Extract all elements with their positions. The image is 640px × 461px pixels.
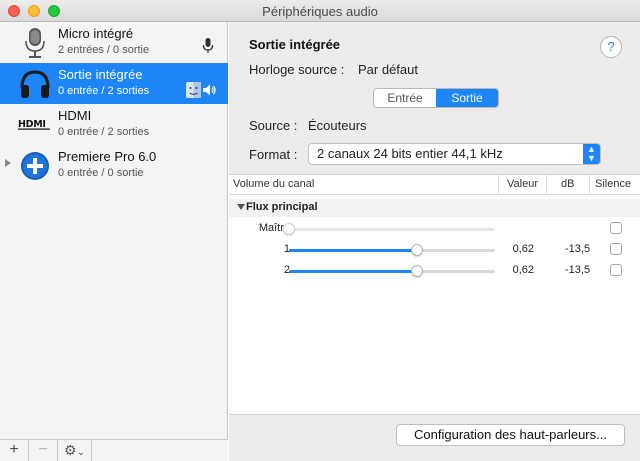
select-arrows-icon: ▲ ▼ [583, 144, 600, 164]
hdmi-icon: HDMI [18, 119, 50, 130]
device-name: Sortie intégrée [58, 67, 143, 82]
device-name: Micro intégré [58, 26, 134, 41]
device-io-count: 0 entrée / 2 sorties [58, 126, 150, 138]
channel-db: -13,5 [565, 264, 591, 276]
headphones-icon [20, 70, 50, 98]
format-select[interactable]: 2 canaux 24 bits entier 44,1 kHz ▲ ▼ [308, 143, 601, 165]
disclosure-triangle-icon[interactable] [237, 204, 245, 210]
column-header-channel[interactable]: Volume du canal [233, 178, 314, 190]
source-value: Écouteurs [308, 118, 367, 133]
finder-icon [186, 82, 201, 98]
format-value: 2 canaux 24 bits entier 44,1 kHz [317, 146, 503, 161]
clock-source-value: Par défaut [358, 62, 418, 77]
tab-sortie[interactable]: Sortie [436, 89, 498, 107]
sidebar-footer: + − ⚙⌄ [0, 439, 228, 461]
volume-slider-knob[interactable] [283, 223, 295, 235]
channel-db: -13,5 [565, 243, 591, 255]
format-label: Format : [249, 147, 298, 162]
add-device-button[interactable]: + [0, 440, 29, 461]
channel-value: 0,62 [512, 243, 534, 255]
tab-entree[interactable]: Entrée [374, 89, 436, 107]
volume-slider-knob[interactable] [410, 244, 423, 256]
volume-slider-fill [289, 249, 417, 252]
column-header-value[interactable]: Valeur [507, 178, 538, 190]
stream-group-row[interactable]: Flux principal [229, 199, 640, 217]
gear-icon: ⚙ [64, 442, 77, 458]
device-name: HDMI [58, 108, 92, 123]
device-row-micro[interactable]: Micro intégré 2 entrées / 0 sortie [0, 22, 228, 63]
mute-checkbox[interactable] [610, 243, 622, 255]
device-settings-button[interactable]: ⚙⌄ [58, 440, 92, 461]
disclosure-triangle-icon[interactable] [5, 159, 11, 167]
source-label: Source : [249, 118, 298, 133]
device-row-premiere-pro[interactable]: Premiere Pro 6.0 0 entrée / 0 sortie [0, 145, 228, 186]
svg-text:HDMI: HDMI [18, 119, 46, 130]
speaker-configuration-button[interactable]: Configuration des haut-parleurs... [396, 424, 625, 446]
channel-value: 0,62 [512, 264, 534, 276]
channel-row: 2 0,62 -13,5 [229, 261, 640, 281]
device-sidebar: Micro intégré 2 entrées / 0 sortie Sorti… [0, 22, 228, 461]
volume-slider-fill [289, 270, 417, 273]
channel-row-master: Maître [229, 219, 640, 239]
device-detail-pane: Sortie intégrée Horloge source : Par déf… [229, 22, 640, 461]
volume-slider[interactable] [289, 244, 495, 256]
volume-slider[interactable] [289, 265, 495, 277]
table-header: Volume du canal Valeur dB Silence [229, 175, 640, 195]
clock-source-label: Horloge source : [249, 62, 345, 77]
help-button[interactable]: ? [600, 36, 622, 58]
device-io-count: 0 entrée / 2 sorties [58, 85, 150, 97]
microphone-icon [25, 28, 45, 58]
plus-circle-icon [21, 152, 49, 180]
chevron-down-icon: ⌄ [76, 447, 85, 458]
window-title: Périphériques audio [262, 4, 378, 19]
device-name: Premiere Pro 6.0 [58, 149, 157, 164]
channel-row: 1 0,62 -13,5 [229, 240, 640, 260]
mute-checkbox[interactable] [610, 222, 622, 234]
volume-slider[interactable] [283, 223, 495, 235]
channel-volume-table: Volume du canal Valeur dB Silence Flux p… [229, 174, 640, 415]
column-header-db[interactable]: dB [561, 178, 574, 190]
mute-checkbox[interactable] [610, 264, 622, 276]
input-output-tabs: Entrée Sortie [373, 88, 499, 108]
device-row-hdmi[interactable]: HDMI HDMI 0 entrée / 2 sorties [0, 104, 228, 145]
device-io-count: 2 entrées / 0 sortie [58, 44, 150, 56]
device-title: Sortie intégrée [249, 37, 341, 52]
speaker-icon [203, 84, 216, 96]
default-input-icon [202, 38, 214, 53]
stream-group-label: Flux principal [246, 201, 318, 213]
device-row-sortie-integree[interactable]: Sortie intégrée 0 entrée / 2 sorties [0, 63, 228, 104]
volume-slider-knob[interactable] [410, 265, 423, 277]
remove-device-button[interactable]: − [29, 440, 58, 461]
title-bar: Périphériques audio [0, 0, 640, 22]
column-header-mute[interactable]: Silence [595, 178, 631, 190]
device-io-count: 0 entrée / 0 sortie [58, 167, 144, 179]
